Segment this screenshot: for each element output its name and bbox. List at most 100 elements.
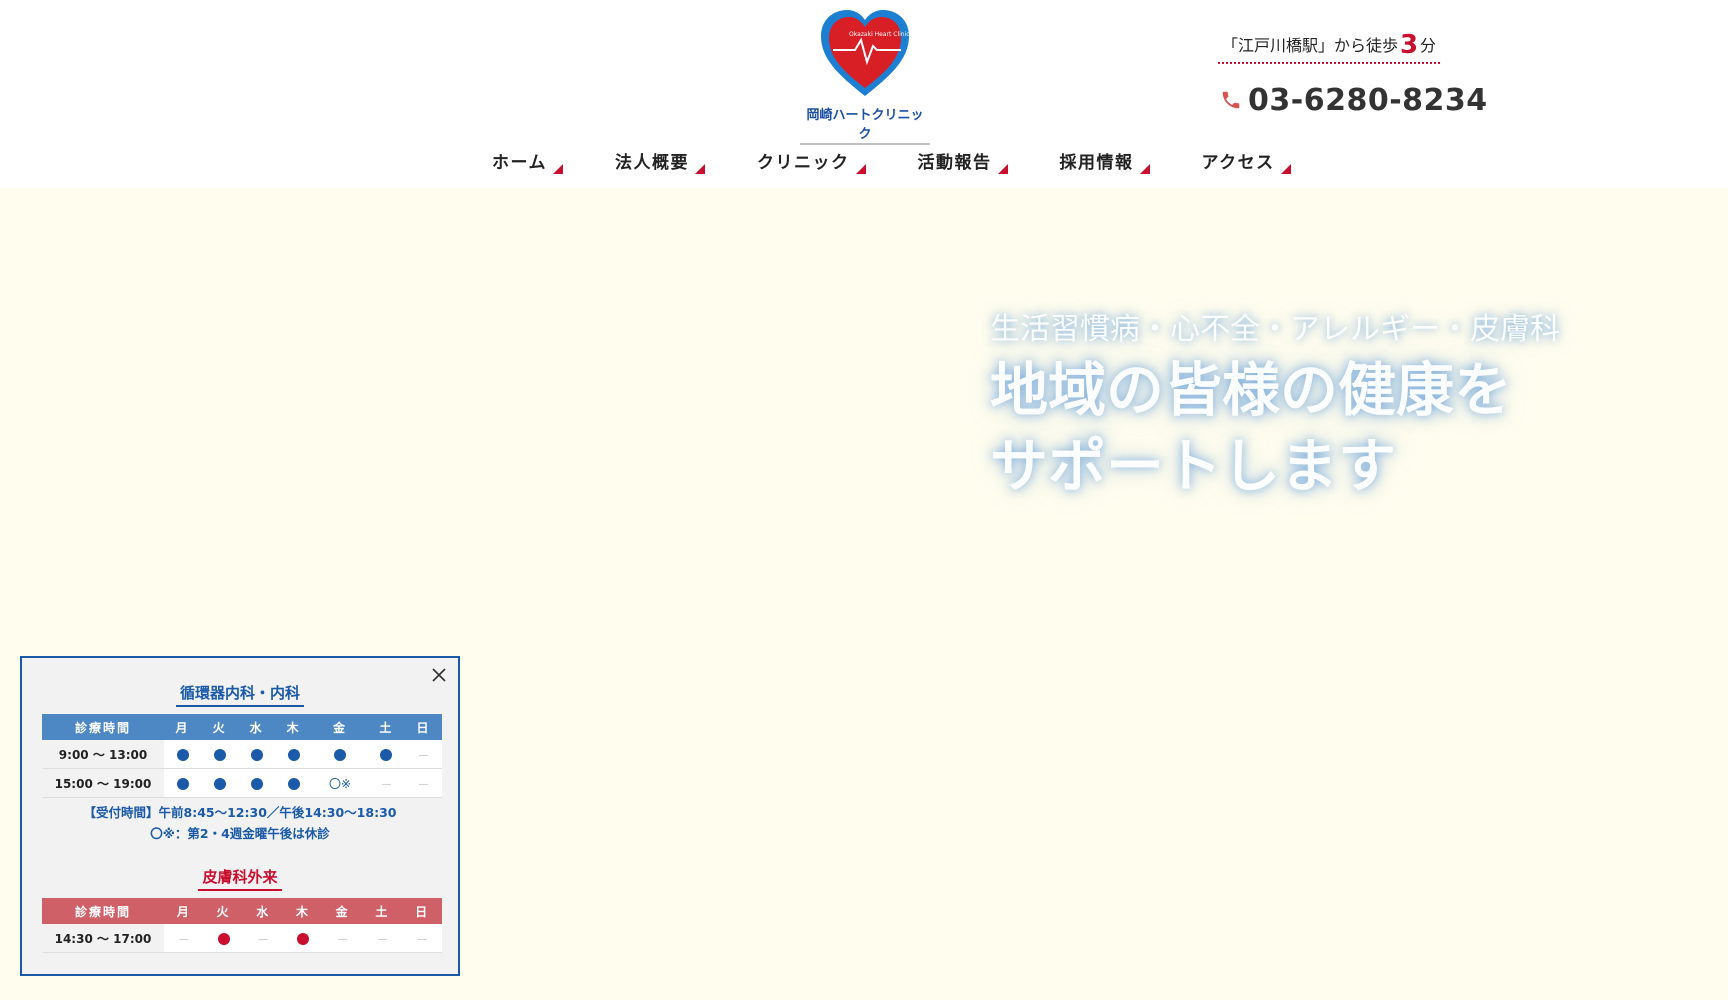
triangle-icon	[695, 164, 705, 174]
header-cell: 火	[203, 898, 244, 924]
header-cell: 水	[238, 714, 276, 740]
open-dot-icon	[213, 777, 226, 790]
day-cell: —	[243, 924, 284, 953]
header-cell: 水	[243, 898, 284, 924]
triangle-icon	[855, 164, 866, 174]
closed-dash: —	[381, 779, 392, 790]
day-cell	[201, 740, 239, 769]
triangle-icon	[1280, 164, 1291, 174]
nav-item-home[interactable]: ホーム	[480, 142, 573, 178]
access-suffix: 分	[1420, 36, 1437, 55]
open-dot-icon	[296, 932, 309, 945]
nav-item-access[interactable]: アクセス	[1190, 142, 1301, 178]
day-cell	[283, 924, 323, 953]
nav-label: 法人概要	[615, 153, 689, 173]
header-cell: 土	[367, 714, 405, 740]
triangle-icon	[997, 164, 1008, 174]
clinic-name: 岡崎ハートクリニック	[800, 104, 930, 145]
day-cell	[275, 740, 313, 769]
closure-note: 〇※：第2・4週金曜午後は休診	[150, 826, 330, 841]
day-cell: —	[362, 924, 403, 953]
closed-dash: —	[417, 934, 428, 945]
header-cell: 診療時間	[42, 898, 164, 924]
table-row: 15:00 〜 19:00 〇※ — —	[42, 768, 442, 798]
derma-title: 皮膚科外来	[22, 866, 458, 891]
day-cell	[201, 768, 239, 798]
svg-text:Okazaki Heart Clinic: Okazaki Heart Clinic	[849, 31, 910, 38]
table-header-row: 診療時間 月 火 水 木 金 土 日	[42, 714, 442, 740]
nav-item-clinic[interactable]: クリニック	[745, 142, 876, 178]
table-row: 9:00 〜 13:00 —	[42, 740, 442, 769]
header-cell: 日	[402, 898, 442, 924]
day-cell	[312, 740, 368, 769]
day-cell: —	[164, 924, 204, 953]
header-cell: 月	[164, 898, 204, 924]
header-cell: 土	[362, 898, 403, 924]
open-dot-icon	[380, 748, 393, 761]
station-access: 「江戸川橋駅」から徒歩3 分	[1218, 28, 1440, 64]
table-header-row: 診療時間 月 火 水 木 金 土 日	[42, 898, 442, 924]
day-cell	[238, 740, 276, 769]
open-dot-icon	[217, 932, 230, 945]
partial-open-icon: 〇※	[328, 776, 352, 791]
open-dot-icon	[213, 748, 226, 761]
phone-icon	[1222, 91, 1240, 109]
nav-item-activity[interactable]: 活動報告	[906, 142, 1018, 178]
day-cell: —	[404, 740, 442, 769]
nav-label: ホーム	[492, 153, 547, 173]
closed-dash: —	[178, 934, 189, 945]
triangle-icon	[1139, 164, 1150, 174]
reception-hours-note: 【受付時間】午前8:45〜12:30／午後14:30〜18:30	[83, 805, 397, 820]
open-dot-icon	[287, 748, 300, 761]
closed-dash: —	[258, 934, 269, 945]
header-cell: 金	[322, 898, 363, 924]
hero-title: 地域の皆様の健康を サポートします	[990, 352, 1512, 504]
closed-dash: —	[377, 934, 388, 945]
table-row: 14:30 〜 17:00 — — — — —	[42, 924, 442, 953]
header-cell: 木	[275, 714, 313, 740]
time-cell: 14:30 〜 17:00	[42, 924, 164, 953]
nav-label: アクセス	[1201, 153, 1275, 173]
schedule-panel: 循環器内科・内科 診療時間 月 火 水 木 金 土 日 9:00 〜 13:00…	[20, 656, 460, 976]
open-dot-icon	[250, 748, 263, 761]
day-cell: —	[404, 768, 442, 798]
open-dot-icon	[176, 777, 189, 790]
access-minutes: 3	[1399, 30, 1419, 60]
header-cell: 金	[312, 714, 368, 740]
heart-logo-icon: Okazaki Heart Clinic	[821, 10, 910, 96]
derma-schedule-table: 診療時間 月 火 水 木 金 土 日 14:30 〜 17:00 — — — — —	[42, 898, 442, 953]
day-cell: —	[402, 924, 442, 953]
day-cell: 〇※	[312, 768, 368, 798]
closed-dash: —	[337, 934, 348, 945]
header-cell: 月	[164, 714, 202, 740]
open-dot-icon	[250, 777, 263, 790]
nav-item-recruit[interactable]: 採用情報	[1048, 142, 1160, 178]
open-dot-icon	[334, 748, 347, 761]
triangle-icon	[553, 164, 563, 174]
time-cell: 15:00 〜 19:00	[42, 768, 164, 798]
header-cell: 診療時間	[42, 714, 164, 740]
open-dot-icon	[176, 748, 189, 761]
day-cell	[367, 740, 405, 769]
day-cell	[164, 768, 202, 798]
open-dot-icon	[287, 777, 300, 790]
clinic-logo[interactable]: Okazaki Heart Clinic 岡崎ハートクリニック	[800, 8, 930, 145]
day-cell: —	[367, 768, 405, 798]
hero-title-line2: サポートします	[990, 432, 1397, 500]
closed-dash: —	[418, 750, 429, 761]
nav-item-corporate[interactable]: 法人概要	[603, 142, 715, 178]
time-cell: 9:00 〜 13:00	[42, 740, 164, 769]
internal-title: 循環器内科・内科	[22, 682, 458, 707]
hero-title-line1: 地域の皆様の健康を	[990, 356, 1513, 424]
closed-dash: —	[418, 779, 429, 790]
header-cell: 火	[201, 714, 239, 740]
nav-label: 採用情報	[1059, 153, 1134, 173]
nav-label: 活動報告	[917, 153, 992, 173]
header-cell: 日	[404, 714, 442, 740]
access-prefix: 「江戸川橋駅」から徒歩	[1221, 36, 1398, 55]
phone-number[interactable]: 03-6280-8234	[1220, 80, 1488, 120]
day-cell	[164, 740, 202, 769]
site-header: Okazaki Heart Clinic 岡崎ハートクリニック 「江戸川橋駅」か…	[0, 0, 1728, 188]
day-cell	[203, 924, 244, 953]
day-cell	[275, 768, 313, 798]
